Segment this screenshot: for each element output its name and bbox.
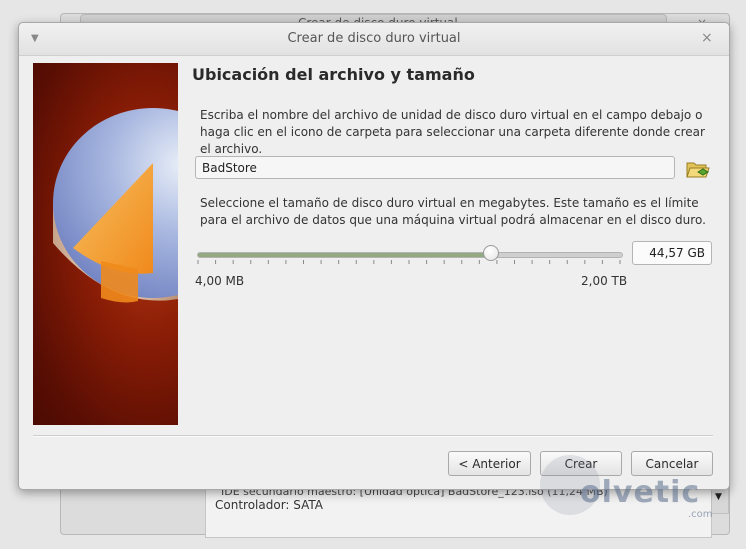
background-scrollbar[interactable]: ▼ — [711, 486, 729, 514]
disk-size-input[interactable] — [632, 241, 712, 265]
choose-folder-button[interactable] — [684, 156, 710, 182]
max-size-label: 2,00 TB — [581, 274, 628, 288]
scroll-down-icon[interactable]: ▼ — [715, 492, 722, 502]
slider-track[interactable] — [197, 252, 623, 258]
page-heading: Ubicación del archivo y tamaño — [192, 65, 475, 84]
slider-fill — [198, 253, 493, 257]
slider-handle[interactable] — [483, 245, 500, 261]
cancel-button[interactable]: Cancelar — [631, 451, 713, 476]
background-controller-line: Controlador: SATA — [215, 498, 323, 512]
slider-ticks — [197, 260, 621, 264]
location-description: Escriba el nombre del archivo de unidad … — [200, 108, 705, 156]
dialog-title: Crear de disco duro virtual — [287, 31, 461, 46]
background-details-panel: IDE secundario maestro: [Unidad óptica] … — [205, 485, 712, 538]
dialog-titlebar[interactable]: ▼ Crear de disco duro virtual × — [19, 23, 729, 56]
create-virtual-disk-dialog: ▼ Crear de disco duro virtual × Ubicació… — [18, 22, 730, 490]
create-button[interactable]: Crear — [540, 451, 622, 476]
min-size-label: 4,00 MB — [195, 274, 245, 288]
file-name-input[interactable] — [195, 156, 675, 179]
close-icon[interactable]: × — [701, 30, 713, 46]
wizard-side-image — [33, 63, 178, 425]
button-separator — [33, 435, 713, 437]
folder-open-icon — [686, 162, 710, 178]
size-description: Seleccione el tamaño de disco duro virtu… — [200, 196, 706, 227]
disk-pie-illustration — [53, 108, 178, 303]
disk-size-slider[interactable] — [197, 245, 625, 265]
back-button[interactable]: < Anterior — [448, 451, 531, 476]
